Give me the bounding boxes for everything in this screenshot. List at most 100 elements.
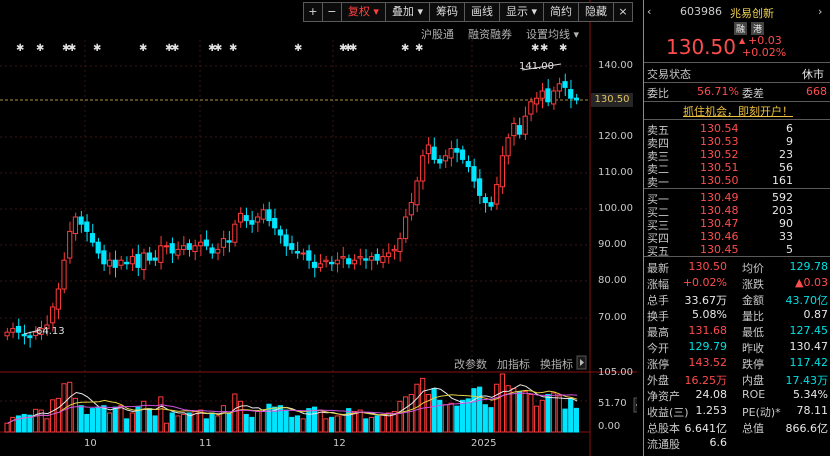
ma-setting-link[interactable]: 设置均线 ▾ xyxy=(526,26,579,42)
event-marker[interactable]: ✱ xyxy=(415,43,423,54)
volume-bar xyxy=(340,413,346,433)
candle-body xyxy=(21,333,27,337)
stock-code: 603986 xyxy=(680,5,722,18)
event-marker[interactable]: ✱ xyxy=(36,43,44,54)
status-row: 交易状态 休市 xyxy=(644,65,830,82)
candle-body xyxy=(488,202,494,207)
candle-body xyxy=(163,245,170,248)
open-account-promo[interactable]: 抓住机会，即刻开户！ xyxy=(649,103,827,118)
candle-body xyxy=(67,230,73,259)
stat-label: PE(动)* xyxy=(742,406,781,419)
event-marker[interactable]: ✱ xyxy=(68,43,76,54)
price-tick: 110.00 xyxy=(598,167,633,178)
change-params-link[interactable]: 改参数 xyxy=(454,356,487,372)
fuquan-dropdown[interactable]: 复权 ▾ xyxy=(340,2,386,22)
high-price-label: 141.00 xyxy=(519,61,554,72)
volume-bar xyxy=(10,416,16,433)
candle-body xyxy=(454,148,460,153)
volume-bar xyxy=(124,418,130,433)
zoom-out-button[interactable]: − xyxy=(321,2,342,22)
event-marker[interactable]: ✱ xyxy=(349,43,357,54)
candle-body xyxy=(89,233,96,243)
divider xyxy=(644,119,830,120)
volume-tick: 0.00 xyxy=(598,421,621,432)
volume-bar xyxy=(220,405,227,433)
event-marker[interactable]: ✱ xyxy=(531,43,539,54)
switch-indicator-link[interactable]: 换指标 xyxy=(540,356,573,372)
price-tick: 90.00 xyxy=(598,239,627,250)
stat-row: 净资产 24.08 ROE 5.34% xyxy=(644,387,830,404)
weicha-value: 668 xyxy=(806,85,827,98)
price-tick: 100.00 xyxy=(598,203,633,214)
stat-value: 130.47 xyxy=(789,340,829,353)
candle-body xyxy=(533,97,540,105)
volume-bar xyxy=(488,407,494,433)
event-marker[interactable]: ✱ xyxy=(229,43,237,54)
candle-body xyxy=(78,216,84,225)
stock-nav-right-icon[interactable]: › xyxy=(818,5,822,18)
stat-label: 最高 xyxy=(647,326,669,339)
status-label: 交易状态 xyxy=(647,68,691,81)
volume-bar xyxy=(556,395,562,433)
stat-value: 0.87 xyxy=(803,308,829,321)
price-tick: 70.00 xyxy=(598,312,627,323)
event-marker[interactable]: ✱ xyxy=(401,43,409,54)
event-marker[interactable]: ✱ xyxy=(16,43,24,54)
stock-nav-left-icon[interactable]: ‹ xyxy=(647,5,651,18)
volume-bars xyxy=(4,373,580,433)
candle-body xyxy=(249,220,255,225)
candlesticks[interactable] xyxy=(4,73,580,348)
jianyue-button[interactable]: 简约 xyxy=(543,2,579,22)
stat-value: 5.08% xyxy=(692,308,727,321)
chouma-button[interactable]: 筹码 xyxy=(428,2,465,22)
divider xyxy=(644,62,830,63)
candle-body xyxy=(329,261,335,265)
candle-body xyxy=(237,212,244,223)
candle-body xyxy=(403,216,409,240)
candle-body xyxy=(408,202,414,216)
divider xyxy=(644,82,830,83)
yincang-button[interactable]: 隐藏 xyxy=(578,2,614,22)
event-marker[interactable]: ✱ xyxy=(214,43,222,54)
stat-label: 收益(三) xyxy=(647,406,689,419)
event-markers[interactable]: ✱ ✱ ✱✱ ✱ ✱ ✱✱ ✱✱ ✱ ✱ ✱✱✱ ✱ ✱ ✱ ✱ ✱ xyxy=(16,43,567,54)
stat-label: 涨跌 xyxy=(742,278,764,291)
hgt-link[interactable]: 沪股通 xyxy=(421,26,454,42)
volume-bar xyxy=(289,416,295,433)
event-marker[interactable]: ✱ xyxy=(559,43,567,54)
volume-bar xyxy=(175,415,181,433)
event-marker[interactable]: ✱ xyxy=(139,43,147,54)
stat-value: 143.52 xyxy=(688,356,728,369)
candle-body xyxy=(522,115,528,135)
candle-body xyxy=(203,239,209,247)
zoom-in-button[interactable]: + xyxy=(302,2,323,22)
scroll-arrow-right-icon[interactable] xyxy=(576,355,587,370)
volume-bar xyxy=(522,391,528,433)
xianshi-dropdown[interactable]: 显示 ▾ xyxy=(498,2,544,22)
volume-bar xyxy=(112,406,118,433)
diejia-dropdown[interactable]: 叠加 ▾ xyxy=(384,2,430,22)
add-indicator-link[interactable]: 加指标 xyxy=(497,356,530,372)
volume-bar xyxy=(89,408,96,433)
scroll-arrow-left-icon[interactable] xyxy=(633,397,637,413)
event-marker[interactable]: ✱ xyxy=(540,43,548,54)
volume-bar xyxy=(254,411,261,433)
x-tick: 12 xyxy=(333,438,346,449)
candle-body xyxy=(124,261,130,265)
kline-chart-area[interactable]: ✱ ✱ ✱ ✱ ✱ ✱ ✱ ✱ ✱ ✱ ✱ ✱ ✱ ✱ ✱ ✱ ✱ ✱ ✱ ✱ + − 复权 ▾ 叠加 ▾ 筹码 画线… xyxy=(0,0,637,456)
candle-body xyxy=(152,257,158,261)
event-marker[interactable]: ✱ xyxy=(294,43,302,54)
close-icon[interactable]: × xyxy=(613,2,633,22)
divider xyxy=(644,188,830,189)
stat-label: 量比 xyxy=(742,310,764,323)
event-marker[interactable]: ✱ xyxy=(171,43,179,54)
candle-body xyxy=(391,248,397,252)
volume-bar xyxy=(146,408,153,433)
event-marker[interactable]: ✱ xyxy=(93,43,101,54)
huaxian-button[interactable]: 画线 xyxy=(463,2,500,22)
volume-bar xyxy=(408,393,414,433)
candle-body xyxy=(272,217,278,229)
rzrq-link[interactable]: 融资融券 xyxy=(468,26,512,42)
candle-body xyxy=(459,149,466,160)
price-change-pct: +0.02% xyxy=(742,46,787,59)
